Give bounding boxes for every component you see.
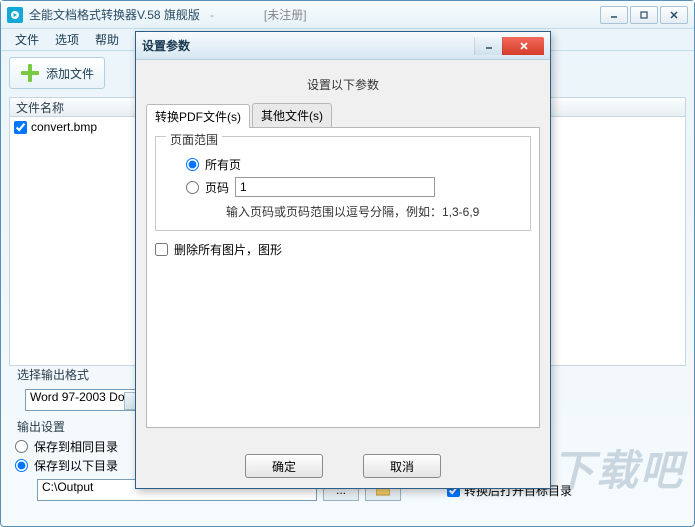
pages-input[interactable] <box>235 177 435 197</box>
radio-pages-row[interactable]: 页码 <box>166 175 520 199</box>
plus-icon <box>20 63 40 83</box>
menu-options[interactable]: 选项 <box>49 29 85 50</box>
file-checkbox[interactable] <box>14 121 27 134</box>
radio-below-dir[interactable] <box>15 459 28 472</box>
radio-all-pages-label: 所有页 <box>205 156 241 173</box>
page-range-hint: 输入页码或页码范围以逗号分隔，例如：1,3-6,9 <box>166 203 520 220</box>
add-file-label: 添加文件 <box>46 65 94 82</box>
maximize-button[interactable] <box>630 6 658 24</box>
radio-all-pages-row[interactable]: 所有页 <box>166 154 520 175</box>
main-title: 全能文档格式转换器V.58 旗舰版 <box>29 6 200 23</box>
radio-below-dir-label: 保存到以下目录 <box>34 457 118 474</box>
close-button[interactable] <box>660 6 688 24</box>
main-titlebar: 全能文档格式转换器V.58 旗舰版 - [未注册] <box>1 1 694 29</box>
dialog-buttons: 确定 取消 <box>136 454 550 478</box>
delete-images-label: 删除所有图片，图形 <box>174 241 282 258</box>
delete-images-row[interactable]: 删除所有图片，图形 <box>155 241 531 258</box>
add-file-button[interactable]: 添加文件 <box>9 57 105 89</box>
radio-pages[interactable] <box>186 181 199 194</box>
output-format-value: Word 97-2003 Do <box>30 390 125 404</box>
minimize-button[interactable] <box>600 6 628 24</box>
output-format-combo[interactable]: Word 97-2003 Do <box>25 389 145 411</box>
radio-same-dir-label: 保存到相同目录 <box>34 438 118 455</box>
tab-other[interactable]: 其他文件(s) <box>252 103 332 127</box>
radio-all-pages[interactable] <box>186 158 199 171</box>
dialog-close-button[interactable] <box>502 37 544 55</box>
page-range-fieldset: 页面范围 所有页 页码 输入页码或页码范围以逗号分隔，例如：1,3-6,9 <box>155 136 531 231</box>
tab-pdf[interactable]: 转换PDF文件(s) <box>146 104 250 128</box>
cancel-button[interactable]: 取消 <box>363 454 441 478</box>
dialog-tabs: 转换PDF文件(s) 其他文件(s) <box>146 103 540 128</box>
ok-button[interactable]: 确定 <box>245 454 323 478</box>
menu-help[interactable]: 帮助 <box>89 29 125 50</box>
dialog-title: 设置参数 <box>142 37 190 54</box>
settings-dialog: 设置参数 设置以下参数 转换PDF文件(s) 其他文件(s) 页面范围 所有页 <box>135 31 551 489</box>
dialog-subtitle: 设置以下参数 <box>146 70 540 103</box>
dialog-titlebar[interactable]: 设置参数 <box>136 32 550 60</box>
page-range-legend: 页面范围 <box>166 131 222 148</box>
window-controls <box>600 6 688 24</box>
app-icon <box>7 7 23 23</box>
dialog-minimize-button[interactable] <box>474 37 502 55</box>
radio-same-dir[interactable] <box>15 440 28 453</box>
tab-panel-pdf: 页面范围 所有页 页码 输入页码或页码范围以逗号分隔，例如：1,3-6,9 <box>146 128 540 428</box>
radio-pages-label: 页码 <box>205 179 229 196</box>
registration-status: [未注册] <box>264 6 307 23</box>
delete-images-checkbox[interactable] <box>155 243 168 256</box>
file-name: convert.bmp <box>31 120 97 134</box>
dialog-body: 设置以下参数 转换PDF文件(s) 其他文件(s) 页面范围 所有页 页码 <box>136 60 550 488</box>
menu-file[interactable]: 文件 <box>9 29 45 50</box>
